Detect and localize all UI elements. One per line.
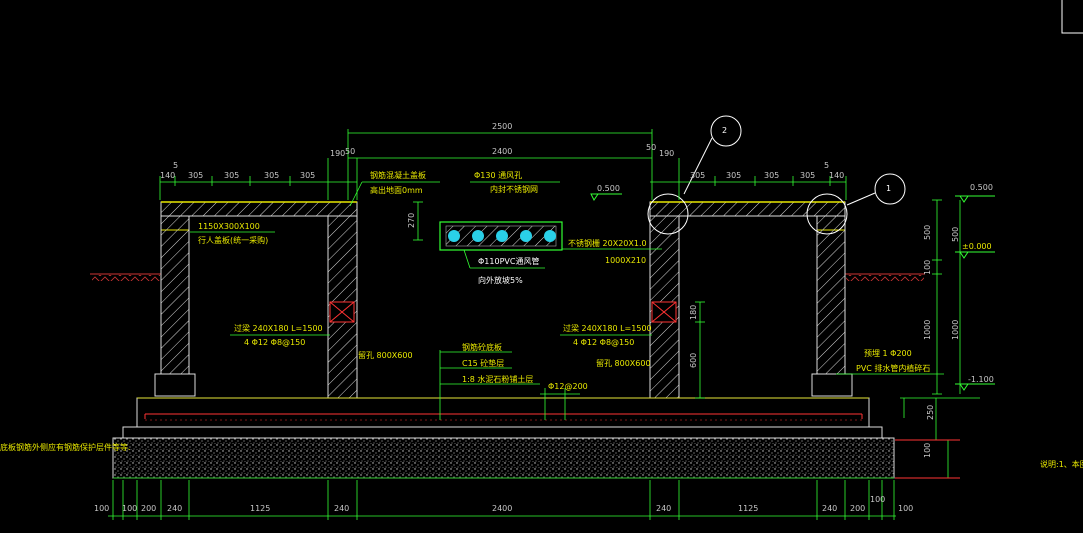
- svg-text:140: 140: [160, 171, 175, 180]
- bottom-chain: 100 100 200 240 1125 240 2400 240 1125 2…: [94, 495, 913, 513]
- note-slab-2: 高出地面0mm: [370, 185, 423, 195]
- note-beam-right-2: 4 Φ12 Φ8@150: [573, 338, 634, 347]
- note-cover-size: 1150X300X100: [198, 222, 260, 231]
- note-floor-3: 1:8 水泥石粉铺土层: [462, 374, 533, 384]
- note-grate-2: 1000X210: [605, 256, 646, 265]
- cad-section-drawing: 2 1 2500 2400 50 50 190 190 140 5 305 30…: [0, 0, 1083, 520]
- svg-text:200: 200: [141, 504, 156, 513]
- note-floor-1: 钢筋砼底板: [462, 342, 502, 352]
- svg-text:240: 240: [822, 504, 837, 513]
- dim-500-outer: 500: [951, 227, 960, 242]
- svg-text:5: 5: [824, 161, 829, 170]
- svg-text:5: 5: [173, 161, 178, 170]
- cover-slab-right: [649, 201, 846, 217]
- dim-100: 100: [923, 260, 932, 275]
- elevation-bottom: -1.100: [955, 375, 995, 391]
- svg-text:305: 305: [800, 171, 815, 180]
- wall-outer-left: [160, 215, 190, 375]
- dim-1000: 1000: [923, 320, 932, 340]
- dim-50-right: 50: [646, 143, 656, 152]
- svg-text:1125: 1125: [738, 504, 758, 513]
- ground-left: [90, 273, 161, 281]
- svg-text:240: 240: [656, 504, 671, 513]
- note-beam-left-1: 过梁 240X180 L=1500: [234, 323, 323, 333]
- note-drain-2: PVC 排水管内植碎石: [856, 363, 930, 373]
- dim-2400: 2400: [492, 147, 512, 156]
- svg-text:200: 200: [850, 504, 865, 513]
- note-grate-1: 不锈钢栅 20X20X1.0: [568, 238, 647, 248]
- svg-text:-1.100: -1.100: [968, 375, 994, 384]
- footing-right: [811, 373, 853, 397]
- dim-500: 500: [923, 225, 932, 240]
- svg-text:0.500: 0.500: [970, 183, 993, 192]
- dim-2500: 2500: [492, 122, 512, 131]
- cover-slab-left: [160, 201, 358, 217]
- note-opening-right: 留孔 800X600: [596, 358, 651, 368]
- svg-text:240: 240: [167, 504, 182, 513]
- footing-left: [154, 373, 196, 397]
- note-rebar: Φ12@200: [548, 382, 588, 391]
- callout-2-number: 2: [722, 126, 727, 135]
- svg-text:100: 100: [870, 495, 885, 504]
- lintel-right: [651, 301, 677, 323]
- lintel-left: [329, 301, 355, 323]
- bottom-dimension-lines: [108, 480, 896, 520]
- wall-outer-right: [816, 215, 846, 375]
- top-right-chain: 305 305 305 305 5 140: [690, 161, 844, 180]
- note-beam-left-2: 4 Φ12 Φ8@150: [244, 338, 305, 347]
- gravel-layer: [112, 437, 895, 479]
- note-floor-2: C15 砼垫层: [462, 358, 504, 368]
- note-left-edge: 底板钢筋外侧应有钢筋保护层件等等.: [0, 442, 131, 452]
- dim-190-right: 190: [659, 149, 674, 158]
- note-right-edge: 说明:1、本图尺: [1040, 459, 1083, 469]
- callout-1-number: 1: [886, 184, 891, 193]
- dim-600: 600: [689, 353, 698, 368]
- svg-text:±0.000: ±0.000: [962, 242, 992, 251]
- note-slab-1: 钢筋混凝土盖板: [370, 170, 426, 180]
- dim-250: 250: [926, 405, 935, 420]
- elevation-zero: ±0.000: [955, 242, 995, 259]
- svg-text:100: 100: [122, 504, 137, 513]
- svg-text:305: 305: [764, 171, 779, 180]
- note-opening-left: 留孔 800X600: [358, 350, 413, 360]
- cushion-layer: [122, 426, 883, 439]
- dim-100-bottom: 100: [923, 443, 932, 458]
- elevation-top: 0.500: [955, 183, 995, 203]
- dim-1000-outer: 1000: [951, 320, 960, 340]
- note-vent-1: Φ130 通风孔: [474, 170, 522, 180]
- dim-180: 180: [689, 305, 698, 320]
- base-slab: [136, 397, 870, 428]
- svg-text:305: 305: [726, 171, 741, 180]
- svg-text:140: 140: [829, 171, 844, 180]
- svg-text:100: 100: [94, 504, 109, 513]
- svg-text:0.500: 0.500: [597, 184, 620, 193]
- note-drain-1: 预埋 1 Φ200: [864, 348, 912, 358]
- note-pipe: Φ110PVC通风管: [478, 256, 539, 266]
- elevation-center: 0.500: [590, 184, 622, 201]
- dim-270: 270: [407, 213, 416, 228]
- sheet-corner-mark: [1061, 0, 1083, 34]
- svg-text:305: 305: [690, 171, 705, 180]
- ground-right: [845, 273, 925, 281]
- svg-text:305: 305: [188, 171, 203, 180]
- svg-text:305: 305: [264, 171, 279, 180]
- svg-text:240: 240: [334, 504, 349, 513]
- note-slope: 向外放坡5%: [478, 275, 523, 285]
- svg-text:2400: 2400: [492, 504, 512, 513]
- svg-text:305: 305: [224, 171, 239, 180]
- svg-text:100: 100: [898, 504, 913, 513]
- note-vent-2: 内封不锈钢网: [490, 184, 538, 194]
- top-left-chain: 140 5 305 305 305 305: [160, 161, 315, 180]
- note-beam-right-1: 过梁 240X180 L=1500: [563, 323, 652, 333]
- dim-50-left: 50: [345, 147, 355, 156]
- svg-text:1125: 1125: [250, 504, 270, 513]
- dim-190-left: 190: [330, 149, 345, 158]
- svg-text:305: 305: [300, 171, 315, 180]
- note-cover-label: 行人盖板(统一采购): [198, 235, 268, 245]
